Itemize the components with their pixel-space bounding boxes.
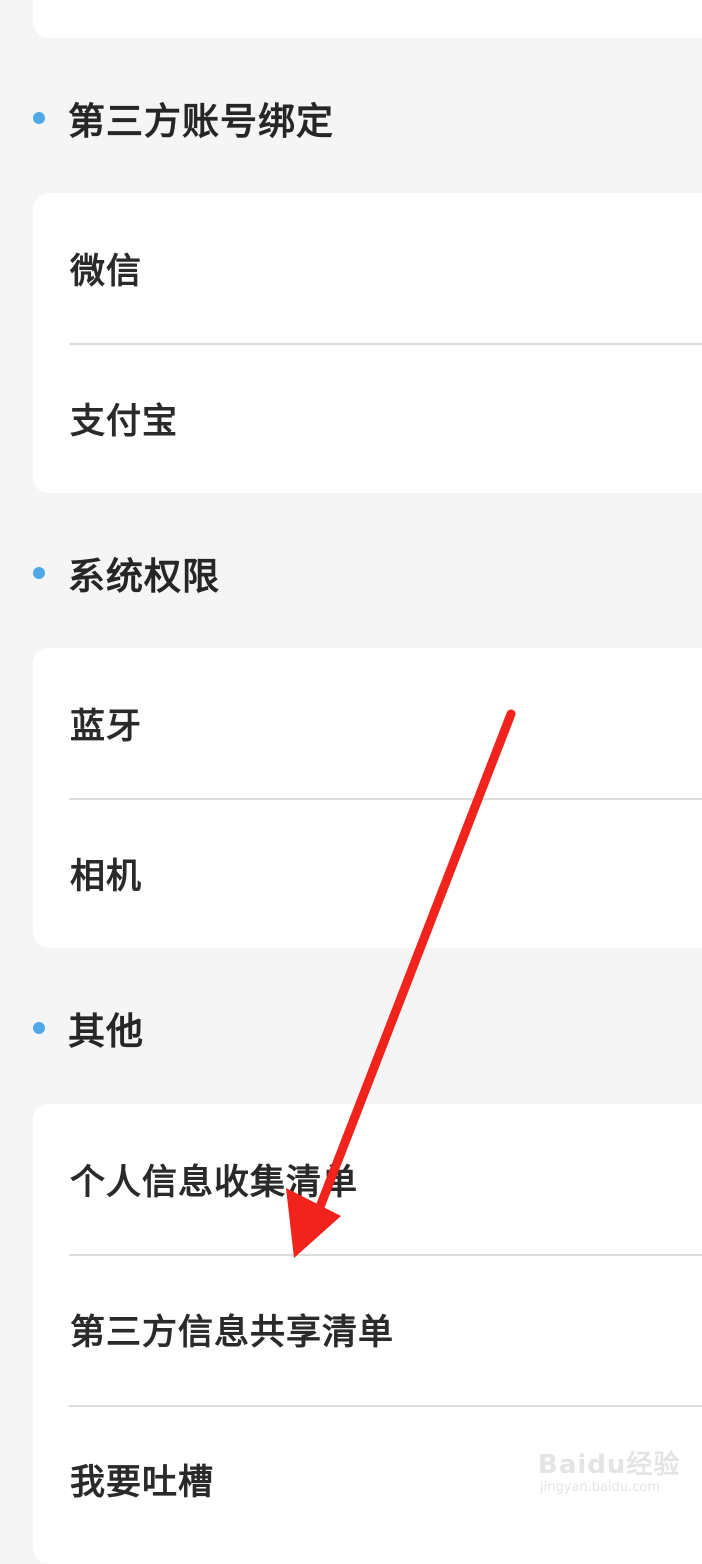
settings-row-label: 个人信息收集清单 xyxy=(70,1162,359,1203)
section-header-system-permissions: 系统权限 xyxy=(33,543,220,603)
settings-row-third-party-info-sharing-list[interactable]: 第三方信息共享清单 xyxy=(33,1254,702,1404)
section-bullet-icon xyxy=(33,1022,45,1034)
section-title: 第三方账号绑定 xyxy=(68,100,334,143)
watermark-logo: Baidu经验 jingyan.baidu.com xyxy=(538,1444,688,1504)
settings-row-label: 蓝牙 xyxy=(70,706,143,747)
watermark-text: Baidu经验 xyxy=(538,1450,681,1480)
settings-row-alipay[interactable]: 支付宝 xyxy=(33,343,702,493)
settings-row-label: 相机 xyxy=(70,856,143,897)
settings-row-label: 我要吐槽 xyxy=(70,1462,215,1503)
settings-card-system-permissions: 蓝牙 相机 xyxy=(33,648,702,948)
section-header-other: 其他 xyxy=(33,998,144,1058)
section-bullet-icon xyxy=(33,567,45,579)
settings-row-label: 支付宝 xyxy=(70,401,179,442)
settings-row-personal-info-collection-list[interactable]: 个人信息收集清单 xyxy=(33,1104,702,1254)
settings-row-label: 微信 xyxy=(70,251,143,292)
watermark-url: jingyan.baidu.com xyxy=(540,1480,660,1495)
section-header-third-party-accounts: 第三方账号绑定 xyxy=(33,88,334,148)
settings-row-bluetooth[interactable]: 蓝牙 xyxy=(33,648,702,798)
settings-row-camera[interactable]: 相机 xyxy=(33,798,702,948)
settings-row-wechat[interactable]: 微信 xyxy=(33,193,702,343)
section-title: 系统权限 xyxy=(68,555,220,598)
section-bullet-icon xyxy=(33,112,45,124)
settings-row-label: 第三方信息共享清单 xyxy=(70,1312,395,1353)
settings-card-top-partial xyxy=(33,0,702,38)
settings-card-third-party-accounts: 微信 支付宝 xyxy=(33,193,702,493)
section-title: 其他 xyxy=(68,1010,144,1053)
